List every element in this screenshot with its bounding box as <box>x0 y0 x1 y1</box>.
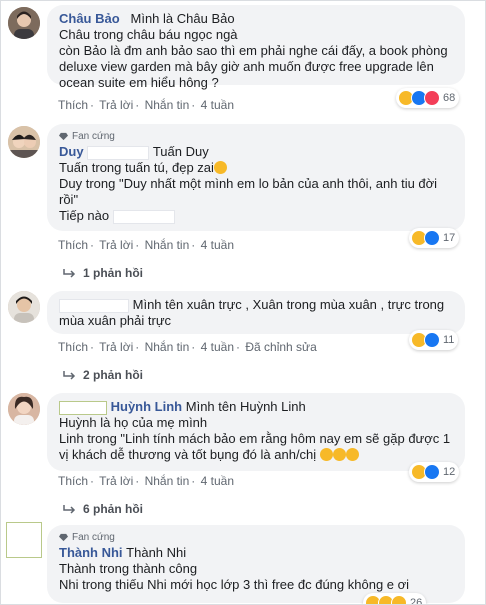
laughing-emoji-icon <box>213 161 227 174</box>
reaction-summary[interactable]: 68 <box>396 88 460 108</box>
redacted-name <box>59 400 107 415</box>
message-link[interactable]: Nhắn tin <box>145 238 190 252</box>
comment-author[interactable]: Duy <box>59 144 84 159</box>
rofl-emoji-icon <box>332 448 346 461</box>
comment-bubble: Fan cứng Duy Tuấn Duy Tuấn trong tuấn tú… <box>47 124 465 231</box>
avatar[interactable] <box>8 7 40 39</box>
like-link[interactable]: Thích <box>58 238 88 252</box>
comment-actions: Thích · Trả lời · Nhắn tin · 4 tuần <box>58 238 234 252</box>
reply-arrow-icon <box>63 371 76 380</box>
comment-line: còn Bảo là đm anh bảo sao thì em phải ng… <box>59 43 448 58</box>
reply-link[interactable]: Trả lời <box>99 98 133 112</box>
edited-label[interactable]: Đã chỉnh sửa <box>245 340 316 354</box>
view-replies-link[interactable]: 2 phản hồi <box>63 368 143 382</box>
reaction-count: 11 <box>443 334 455 346</box>
comment-author[interactable]: Huỳnh Linh <box>111 399 183 414</box>
comment-bubble: Huỳnh Linh Mình tên Huỳnh Linh Huỳnh là … <box>47 393 465 471</box>
comment-bubble: Châu Bảo Mình là Châu Bảo Châu trong châ… <box>47 5 465 90</box>
comment-line: mùa xuân phải trực <box>59 313 172 328</box>
comment-time[interactable]: 4 tuần <box>201 474 234 488</box>
comment-line: Duy trong "Duy nhất một mình em lo bản c… <box>59 176 438 191</box>
comment-actions: Thích · Trả lời · Nhắn tin · 4 tuần <box>58 474 234 488</box>
avatar[interactable] <box>8 291 40 323</box>
haha-icon <box>391 595 407 604</box>
like-link[interactable]: Thích <box>58 98 88 112</box>
rofl-emoji-icon <box>319 448 333 461</box>
comment-time[interactable]: 4 tuần <box>201 340 234 354</box>
diamond-icon <box>59 533 68 542</box>
fan-badge: Fan cứng <box>59 531 453 544</box>
comment-line: Nhi trong thiếu Nhi mới học lớp 3 thì fr… <box>59 577 410 592</box>
comment-line: Châu trong châu báu ngọc ngà <box>59 27 238 42</box>
comment-actions: Thích · Trả lời · Nhắn tin · 4 tuần · Đã chỉ… <box>58 340 317 354</box>
comment-line: deluxe view garden mà bây giờ anh muốn đ… <box>59 59 434 74</box>
comment-line: Linh trong "Linh tính mách bảo em rằng h… <box>59 431 451 446</box>
avatar[interactable] <box>8 393 40 425</box>
message-link[interactable]: Nhắn tin <box>145 98 190 112</box>
avatar[interactable] <box>6 522 42 558</box>
message-link[interactable]: Nhắn tin <box>145 474 190 488</box>
love-icon <box>424 90 440 106</box>
reaction-summary[interactable]: 12 <box>409 462 460 482</box>
comment-bubble: Fan cứng Thành Nhi Thành Nhi Thành trong… <box>47 525 465 603</box>
comment-line: rồi" <box>59 192 79 207</box>
view-replies-link[interactable]: 6 phản hồi <box>63 502 143 516</box>
comment-text: Mình tên xuân trực , Xuân trong mùa xuân… <box>132 297 445 312</box>
redacted-mention <box>112 209 175 224</box>
reaction-summary[interactable]: 11 <box>409 330 459 350</box>
reaction-count: 68 <box>443 92 456 104</box>
reply-arrow-icon <box>63 505 76 514</box>
like-icon <box>424 230 440 246</box>
reaction-summary[interactable]: 17 <box>409 228 460 248</box>
rofl-emoji-icon <box>345 448 359 461</box>
like-link[interactable]: Thích <box>58 340 88 354</box>
reply-link[interactable]: Trả lời <box>99 340 133 354</box>
like-link[interactable]: Thích <box>58 474 88 488</box>
fan-badge: Fan cứng <box>59 130 453 143</box>
comment-time[interactable]: 4 tuần <box>201 238 234 252</box>
like-icon <box>424 332 440 348</box>
comment-text: Tuấn Duy <box>152 144 209 159</box>
like-icon <box>424 464 440 480</box>
view-replies-link[interactable]: 1 phản hồi <box>63 266 143 280</box>
reply-link[interactable]: Trả lời <box>99 238 133 252</box>
comment-bubble: Mình tên xuân trực , Xuân trong mùa xuân… <box>47 291 465 334</box>
reply-arrow-icon <box>63 269 76 278</box>
comment-line: Tuấn trong tuấn tú, đẹp zai <box>59 160 214 175</box>
diamond-icon <box>59 132 68 141</box>
comment-line: Tiếp nào <box>59 208 110 223</box>
avatar[interactable] <box>8 126 40 158</box>
reaction-count: 26 <box>410 597 423 605</box>
reaction-count: 12 <box>443 466 456 478</box>
comment-line: Thành trong thành công <box>59 561 198 576</box>
comment-actions: Thích · Trả lời · Nhắn tin · 4 tuần <box>58 98 234 112</box>
redacted-name <box>87 145 150 160</box>
message-link[interactable]: Nhắn tin <box>145 340 190 354</box>
comment-time[interactable]: 4 tuần <box>201 98 234 112</box>
comment-line: ocean suite em hiểu hông ? <box>59 75 219 90</box>
comment-author[interactable]: Châu Bảo <box>59 11 120 26</box>
comment-text: Mình tên Huỳnh Linh <box>185 399 306 414</box>
comment-line: Huỳnh là họ của mẹ mình <box>59 415 208 430</box>
reaction-count: 17 <box>443 232 456 244</box>
redacted-name <box>59 298 129 313</box>
comment-line: vị khách dễ thương và tốt bụng đó là anh… <box>59 447 317 462</box>
comment-text: Thành Nhi <box>126 545 187 560</box>
reply-link[interactable]: Trả lời <box>99 474 133 488</box>
comment-author[interactable]: Thành Nhi <box>59 545 123 560</box>
reaction-summary[interactable]: 26 <box>363 593 427 605</box>
comment-thread: Châu Bảo Mình là Châu Bảo Châu trong châ… <box>0 0 486 605</box>
comment-text: Mình là Châu Bảo <box>130 11 235 26</box>
